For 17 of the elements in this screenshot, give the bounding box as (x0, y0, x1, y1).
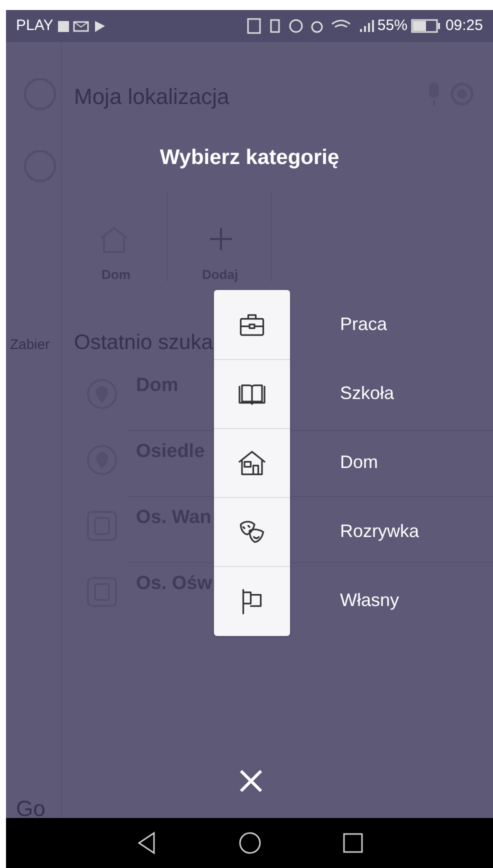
signal-icon (359, 18, 376, 34)
recents-icon[interactable] (342, 832, 364, 854)
close-icon[interactable] (238, 768, 264, 794)
house-icon[interactable] (237, 448, 267, 478)
category-label[interactable]: Praca (340, 312, 388, 336)
back-icon[interactable] (136, 831, 158, 855)
category-label[interactable]: Własny (340, 588, 400, 612)
clock: 09:25 (445, 16, 483, 36)
home-icon[interactable] (238, 831, 262, 855)
dialog-title: Wybierz kategorię (160, 145, 340, 171)
plus-icon (208, 226, 234, 252)
category-label[interactable]: Dom (340, 450, 378, 474)
battery-level: 55% (377, 16, 408, 36)
battery-icon (411, 19, 442, 33)
carrier-name: PLAY (16, 16, 54, 36)
category-label[interactable]: Rozrywka (340, 519, 420, 543)
category-label[interactable]: Szkoła (340, 381, 394, 405)
